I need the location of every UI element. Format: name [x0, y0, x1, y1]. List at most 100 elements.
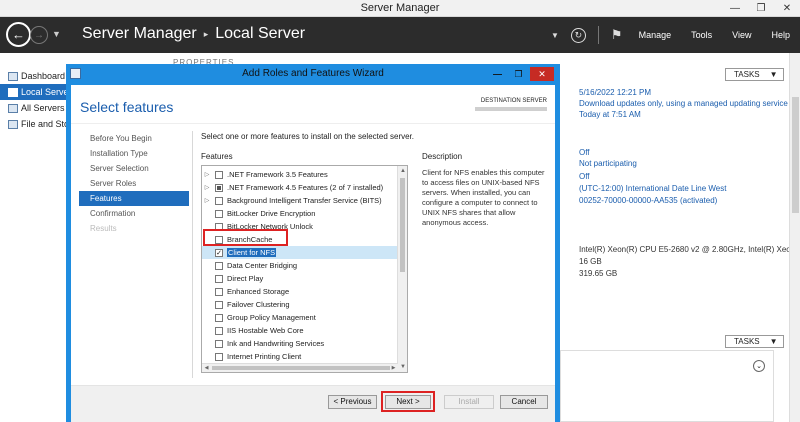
feature-item[interactable]: ▷ Background Intelligent Transfer Service… — [202, 194, 398, 207]
prop-value[interactable]: Today at 7:51 AM — [579, 110, 641, 119]
arrow-left-icon: ← — [12, 27, 25, 42]
menu-tools[interactable]: Tools — [691, 30, 712, 40]
tasks-button-top[interactable]: TASKS ▼ — [725, 68, 784, 81]
window-title: Server Manager — [360, 2, 440, 14]
dropdown-caret-icon[interactable]: ▼ — [551, 31, 559, 40]
history-dropdown[interactable]: ▼ — [52, 29, 61, 39]
refresh-icon[interactable]: ↻ — [570, 27, 586, 43]
prop-value[interactable]: Not participating — [579, 159, 637, 168]
scrollbar-thumb[interactable] — [400, 178, 405, 272]
close-button[interactable]: ✕ — [774, 0, 800, 17]
prop-value[interactable]: 00252-70000-00000-AA535 (activated) — [579, 196, 717, 205]
dashboard-icon — [8, 71, 18, 81]
header-divider — [71, 123, 555, 124]
expand-arrow-icon[interactable]: ▷ — [202, 197, 212, 204]
menu-view[interactable]: View — [732, 30, 751, 40]
features-column-label: Features — [201, 152, 233, 161]
step-server-selection[interactable]: Server Selection — [79, 161, 189, 176]
feature-label: .NET Framework 4.5 Features (2 of 7 inst… — [227, 183, 384, 192]
nav-item-all-servers[interactable]: All Servers — [0, 100, 66, 116]
menu-manage[interactable]: Manage — [639, 30, 672, 40]
wizard-maximize-button[interactable]: ❐ — [509, 67, 528, 81]
notifications-flag-icon[interactable]: ⚑ — [611, 27, 623, 43]
feature-item[interactable]: ✓ Client for NFS — [202, 246, 398, 259]
feature-item[interactable]: IIS Hostable Web Core — [202, 324, 398, 337]
destination-server-redacted — [475, 107, 547, 111]
feature-checkbox[interactable] — [215, 183, 223, 192]
wizard-body: Select features DESTINATION SERVER Befor… — [71, 85, 555, 422]
feature-item[interactable]: Data Center Bridging — [202, 259, 398, 272]
scroll-down-icon[interactable]: ▼ — [398, 362, 407, 372]
back-button[interactable]: ← — [6, 22, 31, 47]
feature-checkbox[interactable] — [215, 196, 223, 205]
scroll-right-icon[interactable]: ▶ — [389, 364, 398, 372]
features-vertical-scrollbar[interactable]: ▲ ▼ — [397, 166, 407, 372]
feature-item[interactable]: ▷ .NET Framework 4.5 Features (2 of 7 ins… — [202, 181, 398, 194]
menu-help[interactable]: Help — [771, 30, 790, 40]
step-before-you-begin[interactable]: Before You Begin — [79, 131, 189, 146]
feature-checkbox[interactable] — [215, 352, 223, 361]
feature-checkbox[interactable] — [215, 209, 223, 218]
breadcrumb-page: Local Server — [215, 25, 306, 42]
scroll-left-icon[interactable]: ◀ — [202, 364, 211, 372]
features-horizontal-scrollbar[interactable]: ◀ ▶ — [202, 363, 398, 372]
feature-checkbox[interactable] — [215, 313, 223, 322]
page-scrollbar[interactable] — [789, 53, 800, 422]
wizard-minimize-button[interactable]: — — [488, 67, 507, 81]
feature-checkbox[interactable] — [215, 261, 223, 270]
minimize-button[interactable]: — — [722, 0, 748, 17]
prop-value[interactable]: 5/16/2022 12:21 PM — [579, 88, 651, 97]
feature-checkbox[interactable]: ✓ — [215, 248, 223, 257]
prop-value[interactable]: Off — [579, 148, 590, 157]
feature-label: Group Policy Management — [227, 313, 316, 322]
feature-item[interactable]: Failover Clustering — [202, 298, 398, 311]
expand-arrow-icon[interactable]: ▷ — [202, 171, 212, 178]
feature-item[interactable]: Group Policy Management — [202, 311, 398, 324]
feature-item[interactable]: Ink and Handwriting Services — [202, 337, 398, 350]
step-installation-type[interactable]: Installation Type — [79, 146, 189, 161]
next-button[interactable]: Next > — [385, 395, 431, 409]
nav-item-dashboard[interactable]: Dashboard — [0, 68, 66, 84]
scrollbar-thumb[interactable] — [792, 97, 799, 213]
step-features[interactable]: Features — [79, 191, 189, 206]
destination-server-label: DESTINATION SERVER — [480, 98, 547, 104]
wizard-close-button[interactable]: ✕ — [530, 67, 554, 81]
feature-item[interactable]: Direct Play — [202, 272, 398, 285]
breadcrumb: Server Manager ▸ Local Server — [82, 25, 305, 43]
servers-icon — [8, 103, 18, 113]
forward-button[interactable]: → — [30, 26, 48, 44]
feature-item[interactable]: ▷ .NET Framework 3.5 Features — [202, 168, 398, 181]
expand-arrow-icon[interactable]: ▷ — [202, 184, 212, 191]
description-column-label: Description — [422, 152, 463, 161]
window-title-bar: Server Manager — ❐ ✕ — [0, 0, 800, 17]
prop-value: 16 GB — [579, 257, 602, 266]
nav-item-file-storage[interactable]: File and Storage Services — [0, 116, 66, 132]
previous-button[interactable]: < Previous — [328, 395, 377, 409]
feature-checkbox[interactable] — [215, 339, 223, 348]
prop-value[interactable]: Download updates only, using a managed u… — [579, 99, 788, 108]
maximize-button[interactable]: ❐ — [748, 0, 774, 17]
prop-value[interactable]: (UTC-12:00) International Date Line West — [579, 184, 726, 193]
features-tree: ▷ .NET Framework 3.5 Features ▷ .NET Framew… — [201, 165, 408, 373]
feature-item[interactable]: Enhanced Storage — [202, 285, 398, 298]
step-server-roles[interactable]: Server Roles — [79, 176, 189, 191]
feature-item[interactable]: Internet Printing Client — [202, 350, 398, 363]
expand-chevron-icon[interactable]: ⌄ — [753, 360, 765, 372]
feature-checkbox[interactable] — [215, 326, 223, 335]
feature-item[interactable]: BitLocker Drive Encryption — [202, 207, 398, 220]
scroll-up-icon[interactable]: ▲ — [398, 166, 407, 176]
feature-label: Failover Clustering — [227, 300, 290, 309]
nav-item-local-server[interactable]: Local Server — [0, 84, 66, 100]
scrollbar-thumb[interactable] — [212, 366, 390, 370]
cancel-button[interactable]: Cancel — [500, 395, 548, 409]
feature-checkbox[interactable] — [215, 300, 223, 309]
prop-value[interactable]: Off — [579, 172, 590, 181]
wizard-footer: < Previous Next > Install Cancel — [71, 386, 555, 422]
feature-label: Direct Play — [227, 274, 264, 283]
feature-checkbox[interactable] — [215, 170, 223, 179]
feature-label: BitLocker Drive Encryption — [227, 209, 316, 218]
feature-checkbox[interactable] — [215, 287, 223, 296]
step-confirmation[interactable]: Confirmation — [79, 206, 189, 221]
tasks-button-bottom[interactable]: TASKS ▼ — [725, 335, 784, 348]
feature-checkbox[interactable] — [215, 274, 223, 283]
